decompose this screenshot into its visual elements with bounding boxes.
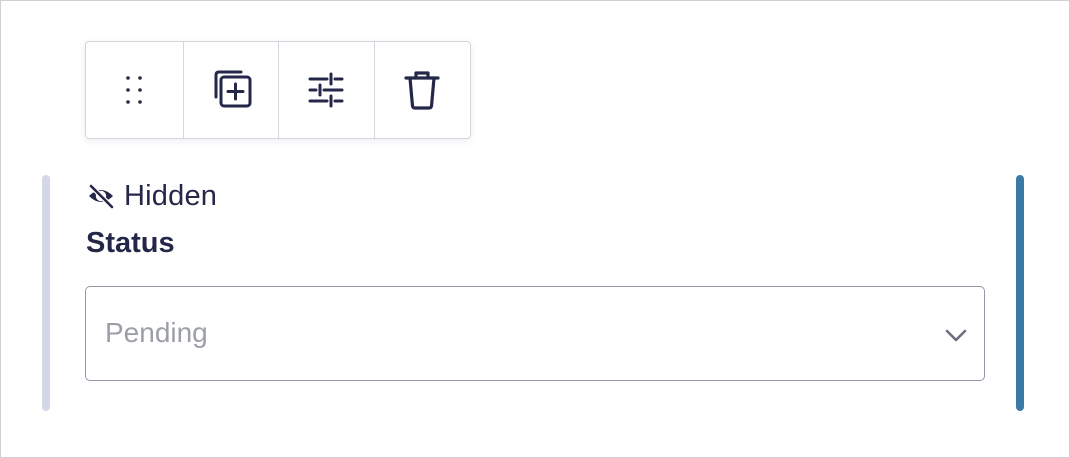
field-label: Status <box>86 227 175 259</box>
settings-sliders-icon <box>308 72 344 108</box>
visibility-label: Hidden <box>124 179 218 212</box>
visibility-status: Hidden <box>86 179 217 213</box>
settings-button[interactable] <box>279 42 375 138</box>
duplicate-button[interactable] <box>184 42 279 138</box>
field-toolbar <box>85 41 471 139</box>
duplicate-icon <box>214 70 252 108</box>
form-editor-frame: Hidden Status Pending <box>0 0 1070 458</box>
chevron-down-icon <box>945 329 967 342</box>
eye-slash-icon <box>88 183 115 210</box>
status-select[interactable]: Pending <box>85 286 985 381</box>
delete-button[interactable] <box>375 42 471 138</box>
drag-handle-button[interactable] <box>86 42 184 138</box>
field-selected-indicator <box>1016 175 1024 411</box>
field-left-indicator <box>42 175 50 411</box>
drag-handle-icon <box>126 76 143 104</box>
trash-icon <box>404 71 440 110</box>
select-value: Pending <box>105 317 208 348</box>
